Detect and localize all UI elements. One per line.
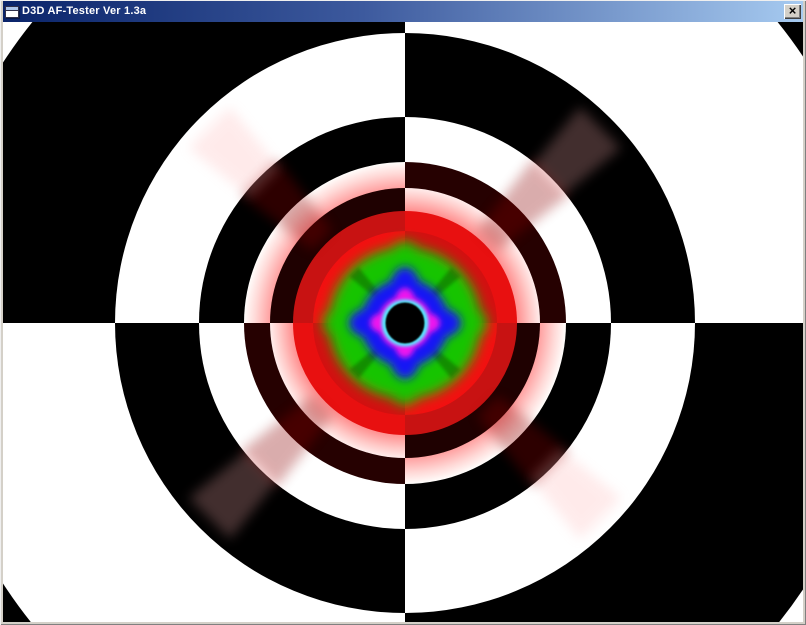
close-button[interactable]: × (784, 4, 801, 19)
app-icon-titlestripe (6, 7, 18, 11)
titlebar[interactable]: D3D AF-Tester Ver 1.3a × (3, 1, 803, 22)
center-black-disc (386, 303, 425, 344)
close-icon: × (789, 5, 797, 16)
app-icon[interactable] (5, 6, 19, 18)
app-window: D3D AF-Tester Ver 1.3a × (0, 0, 806, 625)
af-test-pattern (3, 22, 803, 622)
render-viewport (3, 22, 803, 622)
window-title: D3D AF-Tester Ver 1.3a (22, 5, 146, 17)
